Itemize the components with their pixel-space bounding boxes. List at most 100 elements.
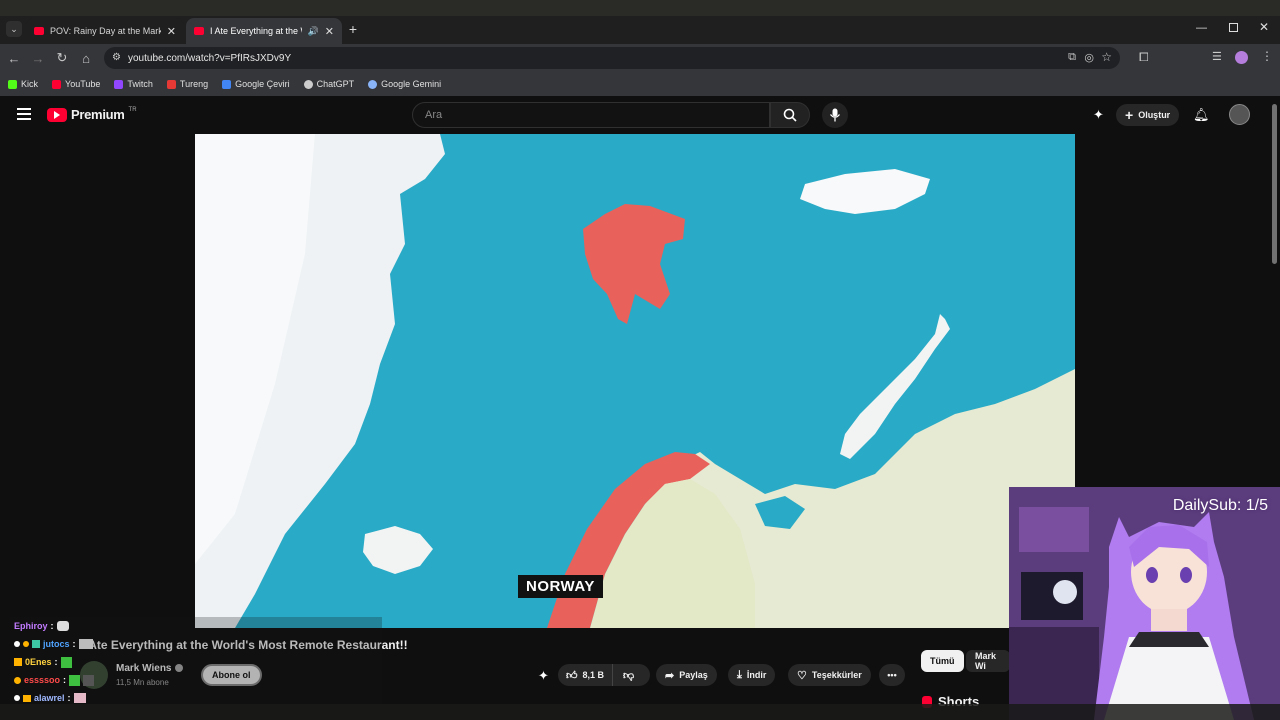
premium-badge-icon[interactable]: ✦: [538, 668, 549, 684]
badge-icon: [14, 676, 21, 684]
emote-icon: [60, 656, 72, 668]
youtube-premium-logo[interactable]: Premium TR: [47, 107, 137, 122]
share-icon: ➦: [665, 669, 675, 682]
tracking-icon[interactable]: ◎: [1084, 51, 1094, 64]
bookmark-chatgpt[interactable]: ChatGPT: [303, 79, 354, 89]
like-dislike-group: 👍︎ 8,1 B 👎︎: [558, 664, 650, 686]
bookmark-label: Google Gemini: [381, 79, 442, 89]
youtube-icon: [52, 79, 62, 89]
youtube-play-icon: [47, 107, 67, 122]
bookmark-kick[interactable]: Kick: [8, 79, 38, 89]
audio-playing-icon[interactable]: 🔊: [308, 26, 319, 37]
stream-bottom-strip: [0, 704, 1280, 720]
twitch-icon: [114, 79, 124, 89]
account-avatar[interactable]: [1229, 104, 1250, 125]
home-button[interactable]: ⌂: [76, 48, 96, 68]
emote-icon: [73, 693, 86, 703]
search-button[interactable]: [770, 102, 810, 128]
youtube-icon: [34, 27, 44, 35]
close-window-button[interactable]: ✕: [1259, 20, 1269, 34]
chat-username: alawrel: [34, 693, 65, 703]
bookmark-tureng[interactable]: Tureng: [166, 79, 209, 89]
dislike-button[interactable]: 👎︎: [613, 669, 644, 682]
bookmark-label: Tureng: [179, 79, 209, 89]
profile-avatar[interactable]: [1235, 51, 1248, 64]
tab-i-ate-everything[interactable]: I Ate Everything at the Worl 🔊 ✕: [186, 18, 342, 44]
country-label-text: NORWAY: [526, 578, 595, 595]
bookmark-star-icon[interactable]: ☆: [1101, 50, 1112, 64]
emote-icon: [69, 674, 81, 686]
chat-username: Ephiroy: [14, 621, 48, 631]
more-actions-button[interactable]: •••: [879, 664, 905, 686]
tab-rainy-day[interactable]: POV: Rainy Day at the Market - ✕: [26, 18, 184, 44]
reload-button[interactable]: ↻: [52, 48, 72, 68]
video-player[interactable]: NORWAY: [195, 134, 1075, 628]
tab-title: I Ate Everything at the Worl: [210, 26, 302, 36]
tab-title: POV: Rainy Day at the Market -: [50, 26, 161, 36]
like-button[interactable]: 👍︎ 8,1 B: [558, 664, 614, 686]
region-code: TR: [128, 107, 137, 113]
tab-search-button[interactable]: ⌄: [6, 21, 22, 37]
bookmark-google-ceviri[interactable]: Google Çeviri: [222, 79, 290, 89]
emote-icon: [78, 639, 93, 649]
browser-menu-icon[interactable]: ⋮: [1261, 49, 1273, 63]
maximize-button[interactable]: [1229, 23, 1238, 32]
download-label: İndir: [746, 670, 767, 680]
download-icon: ⤓: [737, 668, 742, 681]
plus-icon: +: [1125, 107, 1134, 123]
forward-button[interactable]: →: [28, 48, 48, 68]
notifications-bell-icon[interactable]: 🔔︎: [1193, 107, 1210, 123]
create-button[interactable]: + Oluştur: [1116, 104, 1180, 126]
search-input[interactable]: Ara: [412, 102, 770, 128]
chat-separator: :: [72, 639, 76, 649]
gemini-icon: [368, 79, 378, 89]
bookmark-youtube[interactable]: YouTube: [52, 79, 100, 89]
bookmark-label: Google Çeviri: [235, 79, 290, 89]
site-info-icon[interactable]: ⚙: [112, 52, 121, 63]
thanks-button[interactable]: ♡ Teşekkürler: [788, 664, 871, 686]
premium-gem-icon[interactable]: ✦: [1093, 107, 1104, 123]
install-app-icon[interactable]: ⧉: [1068, 51, 1076, 64]
chatgpt-icon: [303, 79, 313, 89]
close-tab-icon[interactable]: ✕: [167, 25, 176, 38]
microphone-icon: [829, 108, 841, 122]
share-label: Paylaş: [679, 670, 708, 680]
download-button[interactable]: ⤓ İndir: [728, 664, 776, 686]
badge-icon: [32, 640, 40, 648]
back-button[interactable]: ←: [4, 48, 24, 68]
more-icon: •••: [887, 670, 897, 680]
chat-message: jutocs :: [14, 636, 93, 652]
badge-icon: [14, 658, 22, 666]
bookmark-label: Kick: [21, 79, 39, 89]
chat-username: 0Enes: [25, 657, 52, 667]
new-tab-button[interactable]: +: [346, 22, 360, 36]
chat-separator: :: [67, 693, 71, 703]
badge-icon: [14, 641, 20, 647]
vtuber-avatar: [1009, 487, 1280, 720]
hamburger-menu-icon[interactable]: [17, 108, 31, 120]
vtuber-camera-overlay: [1009, 487, 1280, 720]
reading-list-icon[interactable]: ☰: [1212, 50, 1222, 63]
chip-label: Tümü: [930, 656, 955, 666]
chip-all[interactable]: Tümü: [921, 650, 964, 672]
minimize-button[interactable]: —: [1196, 22, 1207, 34]
scrollbar-thumb[interactable]: [1272, 104, 1277, 264]
close-tab-icon[interactable]: ✕: [325, 25, 334, 38]
address-bar[interactable]: ⚙ youtube.com/watch?v=PfIRsJXDv9Y ⧉ ◎ ☆: [104, 47, 1120, 69]
tureng-icon: [166, 79, 176, 89]
bookmark-twitch[interactable]: Twitch: [114, 79, 153, 89]
create-label: Oluştur: [1138, 110, 1171, 120]
thanks-heart-icon: ♡: [797, 669, 807, 682]
extensions-icon[interactable]: ⧠: [1139, 50, 1149, 65]
stream-background-strip: [0, 0, 1280, 16]
browser-tab-strip: ⌄ POV: Rainy Day at the Market - ✕ I Ate…: [0, 0, 1280, 44]
arctic-map: [195, 134, 1075, 628]
voice-search-button[interactable]: [822, 102, 848, 128]
share-button[interactable]: ➦ Paylaş: [656, 664, 717, 686]
badge-icon: [14, 695, 20, 701]
search-placeholder: Ara: [425, 109, 443, 121]
youtube-icon: [194, 27, 204, 35]
bookmark-google-gemini[interactable]: Google Gemini: [368, 79, 441, 89]
search-icon: [783, 108, 797, 122]
chip-mark-wiens[interactable]: Mark Wi: [966, 650, 1010, 672]
